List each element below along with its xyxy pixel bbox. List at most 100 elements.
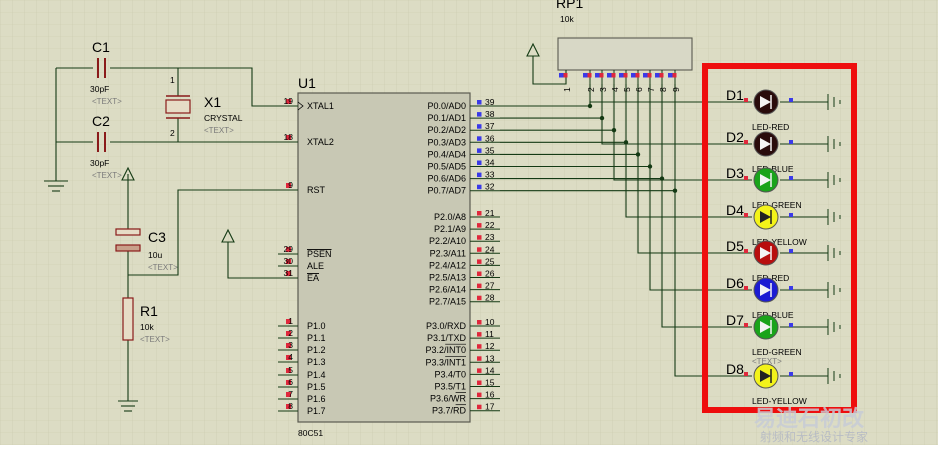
pin-label: P1.5 — [307, 382, 326, 392]
led-type: LED-GREEN — [752, 347, 802, 357]
pin-label: P1.6 — [307, 394, 326, 404]
pin-label: P1.1 — [307, 333, 326, 343]
pin-number: 27 — [485, 281, 495, 291]
pin-label: P0.6/AD6 — [427, 174, 466, 184]
pin-number: 14 — [485, 365, 495, 375]
x1-ref: X1 — [204, 94, 221, 110]
c2-text: <TEXT> — [92, 171, 122, 180]
rp1-pin-number: 2 — [586, 87, 596, 92]
pin-label: P3.0/RXD — [426, 321, 467, 331]
pin-label: P2.2/A10 — [429, 236, 466, 246]
mcu-u1[interactable]: U1 80C51 19 XTAL118 XTAL29 RST29 PSEN30 ALE31… — [278, 75, 500, 438]
rp1-value: 10k — [560, 14, 574, 24]
pin-label: P2.5/A13 — [429, 273, 466, 283]
led-type: LED-YELLOW — [752, 396, 807, 406]
led-ref: D2 — [726, 129, 744, 145]
pin-label: P0.2/AD2 — [427, 125, 466, 135]
pin-number: 31 — [284, 268, 294, 278]
pin-number: 35 — [485, 145, 495, 155]
r1-ref: R1 — [140, 303, 158, 319]
pin-number: 39 — [485, 97, 495, 107]
pin-label: P3.1/TXD — [427, 333, 467, 343]
watermark-main: 易迪石初改 — [754, 406, 865, 431]
pin-number: 21 — [485, 208, 495, 218]
pin-number: 11 — [485, 329, 494, 339]
pin-number: 34 — [485, 158, 495, 168]
pin-label: P1.2 — [307, 345, 326, 355]
rp1-pin-number: 5 — [622, 87, 632, 92]
pin-label: EA — [307, 273, 319, 283]
c1-text: <TEXT> — [92, 97, 122, 106]
pin-label: XTAL1 — [307, 101, 334, 111]
rp1-pin-number: 9 — [671, 87, 681, 92]
c1-ref: C1 — [92, 39, 110, 55]
pin-number: 4 — [288, 352, 293, 362]
pin-label: P0.3/AD3 — [427, 137, 466, 147]
pin-number: 29 — [284, 244, 294, 254]
pin-label: P2.3/A11 — [430, 248, 466, 258]
pin-number: 30 — [284, 256, 294, 266]
led-type: LED-RED — [752, 122, 789, 132]
pin-label: P2.1/A9 — [434, 224, 466, 234]
pin-number: 33 — [485, 170, 495, 180]
pin-number: 26 — [485, 269, 495, 279]
x1-value: CRYSTAL — [204, 113, 243, 123]
pin-number: 3 — [288, 340, 293, 350]
pin-number: 7 — [288, 389, 293, 399]
led-ref: D3 — [726, 165, 744, 181]
pin-label: P3.4/T0 — [434, 369, 466, 379]
pin-label: P3.5/T1 — [434, 382, 466, 392]
pin-number: 19 — [284, 96, 294, 106]
pin-number: 6 — [288, 377, 293, 387]
pin-label: P1.7 — [307, 406, 326, 416]
pin-label: P2.0/A8 — [434, 212, 466, 222]
pin-label: P1.0 — [307, 321, 326, 331]
led-ref: D4 — [726, 202, 744, 218]
r1-value: 10k — [140, 322, 154, 332]
pin-label: ALE — [307, 261, 324, 271]
led-ref: D5 — [726, 238, 744, 254]
pin-label: P0.5/AD5 — [427, 162, 466, 172]
rp1-pin-number: 1 — [562, 87, 572, 92]
mcu-part: 80C51 — [298, 428, 323, 438]
x1-pin1: 1 — [170, 75, 175, 85]
pin-label: P2.4/A12 — [429, 260, 466, 270]
mcu-ref: U1 — [298, 75, 316, 91]
pin-number: 13 — [485, 353, 495, 363]
pin-label: P0.7/AD7 — [427, 186, 466, 196]
pin-label: P0.0/AD0 — [427, 101, 466, 111]
pin-number: 23 — [485, 232, 495, 242]
c1-value: 30pF — [90, 84, 109, 94]
rp1-ref: RP1 — [556, 0, 583, 11]
pin-label: P1.3 — [307, 357, 326, 367]
pin-label: P3.7/RD — [432, 406, 467, 416]
pin-number: 38 — [485, 109, 495, 119]
led-ref: D6 — [726, 275, 744, 291]
c3-text: <TEXT> — [148, 263, 178, 272]
schematic-canvas[interactable]: C1 30pF <TEXT> C2 30pF <TEXT> 1 2 X1 CRY… — [0, 0, 938, 445]
r1-text: <TEXT> — [140, 335, 170, 344]
pin-number: 22 — [485, 220, 495, 230]
rp1-pin-number: 7 — [646, 87, 656, 92]
rp1-pin-number: 4 — [610, 87, 620, 92]
pin-number: 10 — [485, 317, 495, 327]
pin-number: 1 — [288, 316, 293, 326]
pin-label: P1.4 — [307, 370, 326, 380]
pin-label: P2.6/A14 — [429, 285, 466, 295]
led-ref: D7 — [726, 312, 744, 328]
watermark-logo: 易迪石初改 射频和无线设计专家 — [754, 406, 868, 444]
rp1-pin-number: 3 — [598, 87, 608, 92]
pin-label: RST — [307, 185, 326, 195]
pin-label: P3.2/INT0 — [425, 345, 466, 355]
pin-label: P2.7/A15 — [429, 297, 466, 307]
x1-pin2: 2 — [170, 128, 175, 138]
pin-label: XTAL2 — [307, 137, 334, 147]
pin-number: 9 — [288, 180, 293, 190]
pin-number: 18 — [284, 132, 294, 142]
pin-label: P3.6/WR — [430, 394, 467, 404]
pin-number: 16 — [485, 390, 495, 400]
c3-ref: C3 — [148, 229, 166, 245]
pin-number: 5 — [288, 365, 293, 375]
led-ref: D8 — [726, 361, 744, 377]
pin-number: 28 — [485, 293, 495, 303]
